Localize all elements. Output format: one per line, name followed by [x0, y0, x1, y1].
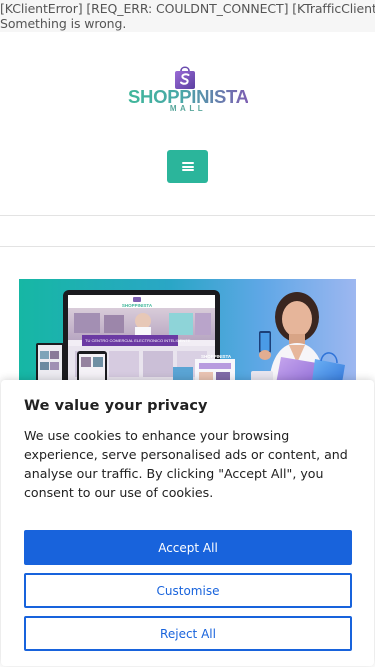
logo-sub-text: MALL [169, 104, 207, 113]
error-description-text: Something is wrong. [0, 16, 127, 31]
header-divider-bottom [0, 246, 375, 247]
laptop-banner-text: TU CENTRO COMERCIAL ELECTRONICO INTELIGE… [85, 338, 191, 343]
site-logo[interactable]: SHOPPINISTA MALL [128, 64, 249, 114]
header-divider-top [0, 215, 375, 216]
hero-banner-image[interactable]: SHOPPINISTA TU CENTRO COMERCIAL ELECTRON… [19, 279, 356, 389]
cookie-description: We use cookies to enhance your browsing … [24, 428, 348, 500]
error-message: [KClientError] [REQ_ERR: COULDNT_CONNECT… [0, 0, 375, 32]
laptop-brand-text: SHOPPINISTA [122, 303, 153, 308]
cookie-consent-banner: We value your privacy We use cookies to … [1, 380, 374, 666]
accept-all-button[interactable]: Accept All [24, 530, 352, 565]
customise-button[interactable]: Customise [24, 573, 352, 608]
error-code-text: [KClientError] [REQ_ERR: COULDNT_CONNECT… [0, 1, 375, 16]
reject-all-button[interactable]: Reject All [24, 616, 352, 651]
hamburger-icon [181, 162, 194, 171]
menu-toggle-button[interactable] [167, 150, 208, 183]
cookie-title: We value your privacy [24, 398, 208, 414]
hero-illustration: SHOPPINISTA TU CENTRO COMERCIAL ELECTRON… [36, 290, 345, 389]
phone-brand-text: SHOPPINISTA [201, 354, 232, 359]
